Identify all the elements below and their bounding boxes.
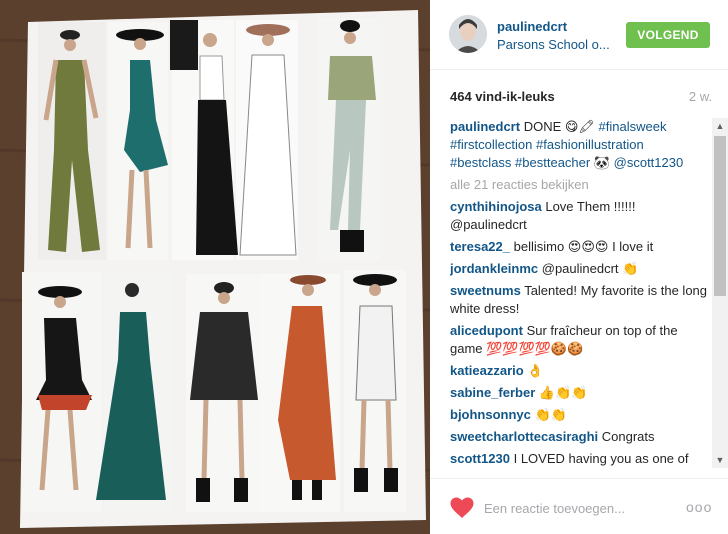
scroll-down-arrow-icon[interactable]: ▼: [712, 452, 728, 468]
comment-item: katieazzario 👌: [450, 362, 708, 380]
more-options-icon[interactable]: ooo: [686, 499, 712, 515]
comment-item: sweetnums Talented! My favorite is the l…: [450, 282, 708, 318]
comment-item: sweetcharlottecasiraghi Congrats: [450, 428, 708, 446]
heart-icon[interactable]: [450, 497, 474, 519]
comment-username[interactable]: scott1230: [450, 451, 510, 466]
comments-scrollbar[interactable]: ▲ ▼: [712, 118, 728, 468]
scroll-up-arrow-icon[interactable]: ▲: [712, 118, 728, 134]
post-header: paulinedcrt Parsons School o... VOLGEND: [430, 0, 728, 70]
comment-text: Congrats: [598, 429, 655, 444]
comment-item: cynthihinojosa Love Them !!!!!! @pauline…: [450, 198, 708, 234]
following-button[interactable]: VOLGEND: [626, 22, 710, 48]
caption-emoji: 🐼: [590, 155, 614, 170]
mention-link[interactable]: @scott1230: [614, 155, 684, 170]
view-all-comments-link[interactable]: alle 21 reacties bekijken: [450, 176, 708, 194]
comment-username[interactable]: jordankleinmc: [450, 261, 538, 276]
comment-username[interactable]: bjohnsonnyc: [450, 407, 531, 422]
comment-username[interactable]: cynthihinojosa: [450, 199, 542, 214]
caption: paulinedcrt DONE 😋🖍 #finalsweek #firstco…: [450, 118, 708, 172]
scrollbar-thumb[interactable]: [714, 136, 726, 296]
comment-text: 👌: [523, 363, 544, 378]
caption-text: DONE 😋🖍: [520, 119, 599, 134]
post-footer: ooo: [430, 478, 728, 534]
comment-text: 👍👏👏: [535, 385, 588, 400]
username[interactable]: paulinedcrt: [497, 19, 567, 34]
avatar[interactable]: [449, 15, 487, 53]
comment-text: @paulinedcrt 👏: [538, 261, 639, 276]
comment-username[interactable]: katieazzario: [450, 363, 524, 378]
comment-item: sabine_ferber 👍👏👏: [450, 384, 708, 402]
post-time[interactable]: 2 w.: [689, 89, 712, 104]
comment-text: bellisimo 😍😍😍 I love it: [510, 239, 654, 254]
likes-count[interactable]: 464 vind-ik-leuks: [450, 89, 555, 104]
location[interactable]: Parsons School o...: [497, 37, 615, 52]
hashtag-link[interactable]: #bestteacher: [515, 155, 590, 170]
comment-text: 👏👏: [530, 407, 567, 422]
comment-text: I LOVED having you as one of: [509, 451, 689, 466]
comments-list[interactable]: paulinedcrt DONE 😋🖍 #finalsweek #firstco…: [450, 118, 708, 478]
post-sidebar: paulinedcrt Parsons School o... VOLGEND …: [430, 0, 728, 534]
comment-username[interactable]: sweetcharlottecasiraghi: [450, 429, 598, 444]
hashtag-link[interactable]: #finalsweek: [599, 119, 667, 134]
comment-item: jordankleinmc @paulinedcrt 👏: [450, 260, 708, 278]
comment-item: bjohnsonnyc 👏👏: [450, 406, 708, 424]
comment-item: scott1230 I LOVED having you as one of: [450, 450, 708, 468]
fashion-illustration-image: [0, 0, 430, 534]
hashtag-link[interactable]: #firstcollection: [450, 137, 532, 152]
post-meta: 464 vind-ik-leuks 2 w.: [450, 89, 712, 107]
comment-item: teresa22_ bellisimo 😍😍😍 I love it: [450, 238, 708, 256]
hashtag-link[interactable]: #fashionillustration: [536, 137, 644, 152]
comment-username[interactable]: alicedupont: [450, 323, 523, 338]
caption-username[interactable]: paulinedcrt: [450, 119, 520, 134]
user-avatar-icon: [449, 15, 487, 53]
add-comment-input[interactable]: [484, 497, 674, 519]
hashtag-link[interactable]: #bestclass: [450, 155, 511, 170]
comment-item: alicedupont Sur fraîcheur on top of the …: [450, 322, 708, 358]
post-photo[interactable]: [0, 0, 430, 534]
comment-username[interactable]: sabine_ferber: [450, 385, 535, 400]
comment-username[interactable]: teresa22_: [450, 239, 510, 254]
comment-username[interactable]: sweetnums: [450, 283, 521, 298]
